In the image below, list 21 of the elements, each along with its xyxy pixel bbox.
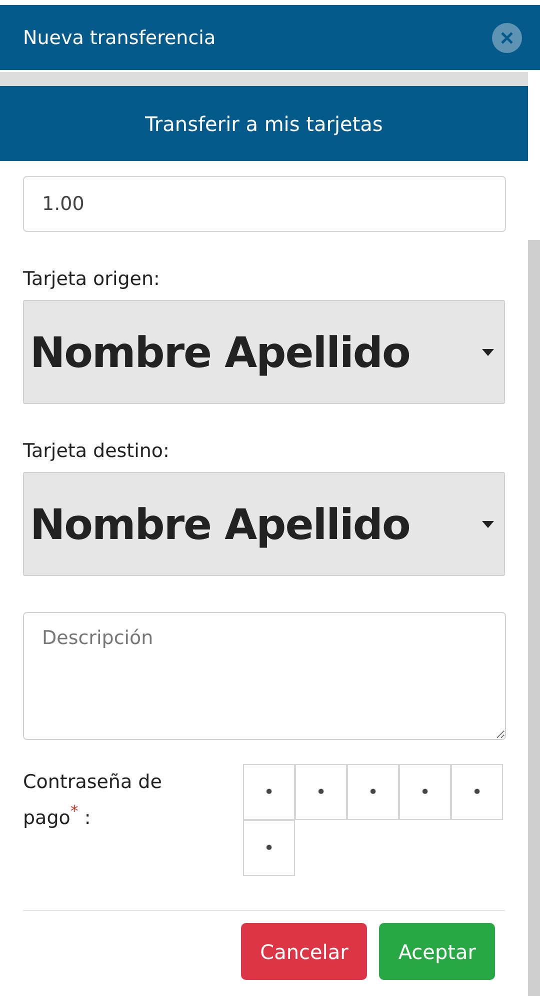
field-label: Contraseña de pago$^{*}$ : [23,770,163,831]
pin-box[interactable]: • [347,764,399,820]
card-select[interactable]: Nombre Apellido [23,300,505,404]
caret-icon [482,520,494,528]
pin-box[interactable]: • [295,764,347,820]
pin-box[interactable]: • [243,764,295,820]
card-select[interactable]: Nombre Apellido [23,472,505,576]
pin-box[interactable]: • [243,820,295,876]
field-label: Tarjeta origen: [23,268,161,290]
field-label: Tarjeta destino: [23,440,170,462]
amount-field[interactable]: 1.00 [23,176,506,232]
close-button[interactable] [492,22,522,52]
pin-box[interactable]: • [399,764,451,820]
scrollbar[interactable] [528,240,540,996]
description-field[interactable]: Descripción [23,612,506,740]
cancel-button[interactable]: Cancelar [241,923,368,980]
caret-icon [482,348,494,356]
close-icon [499,30,515,46]
transfer-tab[interactable]: Transferir a mis tarjetas [0,86,528,161]
pin-box[interactable]: • [451,764,503,820]
window-title: Nueva transferencia [23,26,216,48]
